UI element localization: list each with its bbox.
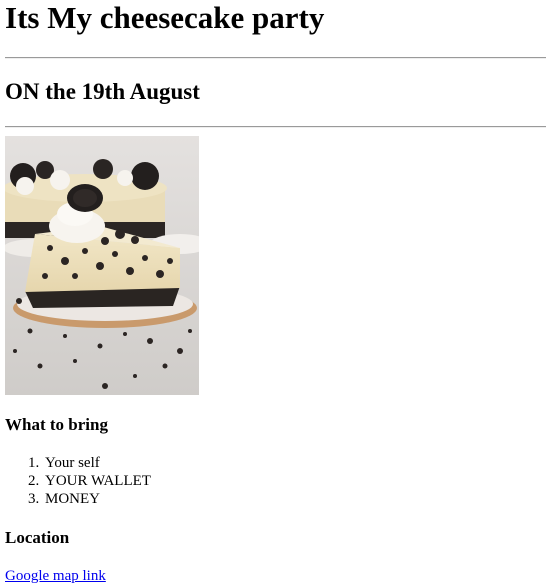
- list-item: 1. Your self: [5, 454, 151, 472]
- list-item-text: YOUR WALLET: [45, 473, 151, 489]
- list-item-number: 1.: [28, 455, 40, 471]
- bring-list: 1. Your self 2. YOUR WALLET 3. MONEY: [5, 454, 151, 508]
- list-item-text: MONEY: [45, 491, 100, 507]
- list-item: 3. MONEY: [5, 490, 151, 508]
- page-title: Its My cheesecake party: [5, 0, 325, 35]
- google-map-link[interactable]: Google map link: [5, 567, 106, 585]
- cheesecake-image: [5, 136, 199, 395]
- page: Its My cheesecake party ON the 19th Augu…: [0, 0, 552, 587]
- list-item-number: 3.: [28, 491, 40, 507]
- list-item-number: 2.: [28, 473, 40, 489]
- divider-bottom: [5, 126, 546, 128]
- what-to-bring-heading: What to bring: [5, 415, 108, 434]
- location-heading: Location: [5, 528, 70, 547]
- party-date-heading: ON the 19th August: [5, 79, 200, 104]
- list-item-text: Your self: [45, 455, 100, 471]
- list-item: 2. YOUR WALLET: [5, 472, 151, 490]
- divider-top: [5, 57, 546, 59]
